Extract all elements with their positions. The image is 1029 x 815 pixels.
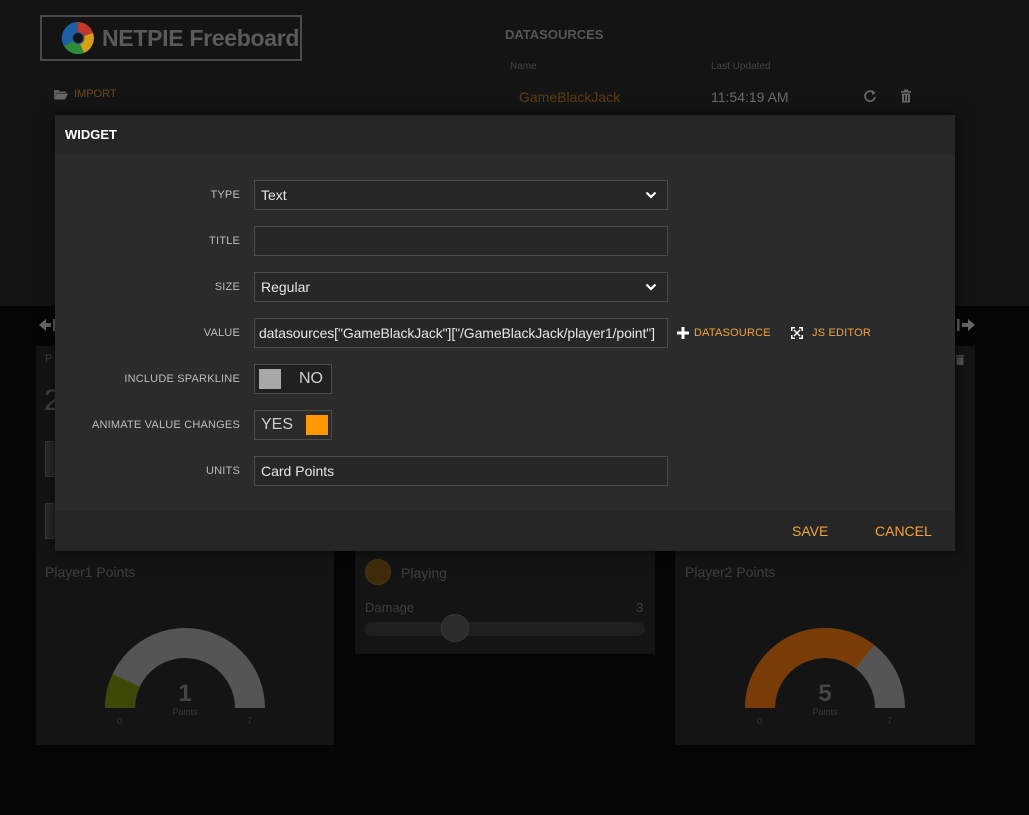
units-input[interactable]: Card Points (254, 456, 668, 486)
value-label: VALUE (203, 327, 240, 339)
units-row: UNITS Card Points (55, 456, 955, 486)
title-input[interactable] (254, 226, 668, 256)
chevron-down-icon (645, 283, 657, 291)
plus-icon (677, 327, 689, 339)
type-select-value: Text (261, 187, 287, 203)
fullscreen-icon (791, 327, 803, 339)
chevron-down-icon (645, 191, 657, 199)
animate-row: ANIMATE VALUE CHANGES YES (55, 410, 955, 440)
value-row: VALUE datasources["GameBlackJack"]["/Gam… (55, 318, 955, 348)
sparkline-row: INCLUDE SPARKLINE NO (55, 364, 955, 394)
add-datasource-button[interactable]: DATASOURCE (677, 318, 771, 348)
size-select[interactable]: Regular (254, 272, 668, 302)
sparkline-state: NO (299, 370, 323, 387)
type-label: TYPE (210, 189, 240, 201)
toggle-knob (306, 415, 328, 435)
size-row: SIZE Regular (55, 272, 955, 302)
title-label: TITLE (209, 235, 240, 247)
js-editor-label: JS EDITOR (812, 327, 872, 339)
title-row: TITLE (55, 226, 955, 256)
type-row: TYPE Text (55, 180, 955, 210)
size-select-value: Regular (261, 279, 311, 295)
js-editor-button[interactable]: JS EDITOR (791, 318, 871, 348)
dialog-title: WIDGET (55, 115, 955, 154)
widget-dialog: WIDGET TYPE Text TITLE SIZE Regular VALU… (55, 115, 955, 551)
sparkline-label: INCLUDE SPARKLINE (124, 373, 240, 385)
value-input[interactable]: datasources["GameBlackJack"]["/GameBlack… (254, 318, 668, 348)
animate-label: ANIMATE VALUE CHANGES (91, 419, 240, 431)
sparkline-toggle[interactable]: NO (254, 364, 332, 394)
size-label: SIZE (214, 281, 240, 293)
units-label: UNITS (206, 465, 240, 477)
animate-toggle[interactable]: YES (254, 410, 332, 440)
toggle-knob (259, 369, 281, 389)
cancel-button[interactable]: CANCEL (875, 511, 932, 551)
save-button[interactable]: SAVE (792, 511, 828, 551)
type-select[interactable]: Text (254, 180, 668, 210)
add-datasource-label: DATASOURCE (694, 327, 771, 339)
animate-state: YES (261, 416, 294, 433)
dialog-footer: SAVE CANCEL (55, 511, 955, 551)
